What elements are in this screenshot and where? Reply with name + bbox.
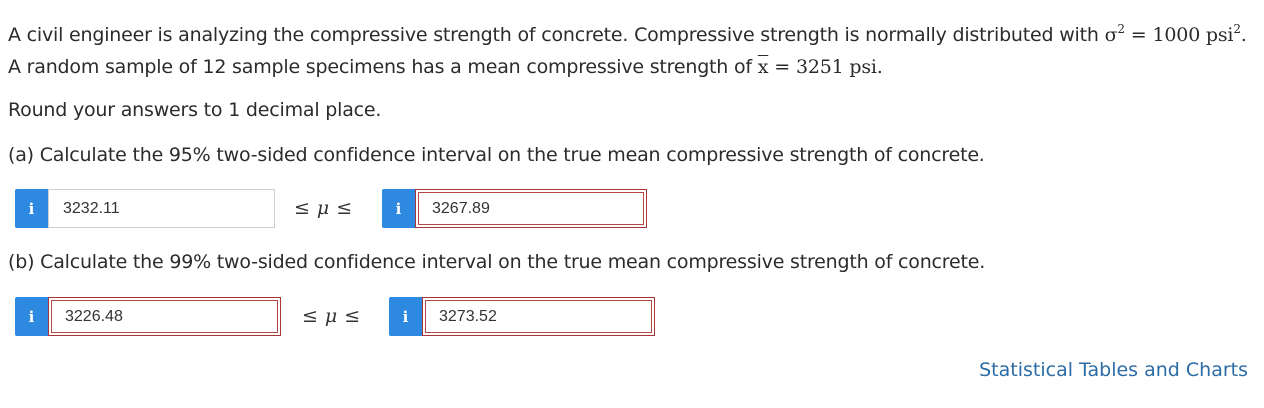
info-icon[interactable]: i: [15, 189, 48, 228]
equals-sign: =: [1130, 24, 1147, 46]
question-text-2: A random sample of 12 sample specimens h…: [8, 56, 758, 78]
line-1-period: .: [1240, 24, 1247, 46]
question-text-1: A civil engineer is analyzing the compre…: [8, 24, 1105, 46]
statistical-tables-link[interactable]: Statistical Tables and Charts: [979, 359, 1248, 381]
question-line-2: A random sample of 12 sample specimens h…: [8, 56, 883, 78]
mean-math: x = 3251 psi.: [758, 56, 883, 78]
variance-exponent: 2: [1233, 22, 1241, 36]
info-icon[interactable]: i: [15, 297, 48, 336]
less-equal-symbol: ≤: [294, 197, 310, 219]
equals-sign: =: [774, 56, 790, 78]
info-icon[interactable]: i: [389, 297, 422, 336]
part-a-upper-input[interactable]: 3267.89: [415, 189, 647, 228]
part-a-lower-input[interactable]: 3232.11: [48, 189, 275, 228]
mu-symbol: μ: [316, 197, 330, 219]
variance-math: σ2 = 1000 psi2.: [1104, 22, 1247, 46]
variance-value: 1000 psi: [1152, 24, 1234, 46]
part-a-relation: ≤ μ ≤: [294, 197, 352, 219]
line-2-period: .: [876, 56, 883, 78]
mean-value: 3251 psi: [796, 56, 877, 78]
info-icon[interactable]: i: [382, 189, 415, 228]
question-line-1: A civil engineer is analyzing the compre…: [8, 22, 1247, 46]
part-a-prompt: (a) Calculate the 95% two-sided confiden…: [8, 144, 985, 166]
part-b-relation: ≤ μ ≤: [302, 305, 360, 327]
less-equal-symbol: ≤: [344, 305, 361, 327]
sigma-exponent: 2: [1117, 22, 1125, 36]
less-equal-symbol: ≤: [336, 197, 353, 219]
part-b-prompt: (b) Calculate the 99% two-sided confiden…: [8, 251, 986, 273]
less-equal-symbol: ≤: [302, 305, 318, 327]
rounding-instruction: Round your answers to 1 decimal place.: [8, 99, 382, 121]
mu-symbol: μ: [324, 305, 338, 327]
part-b-upper-input[interactable]: 3273.52: [422, 297, 655, 336]
part-b-lower-input[interactable]: 3226.48: [48, 297, 281, 336]
sigma-symbol: σ: [1104, 24, 1118, 46]
x-bar-symbol: x: [757, 56, 769, 78]
